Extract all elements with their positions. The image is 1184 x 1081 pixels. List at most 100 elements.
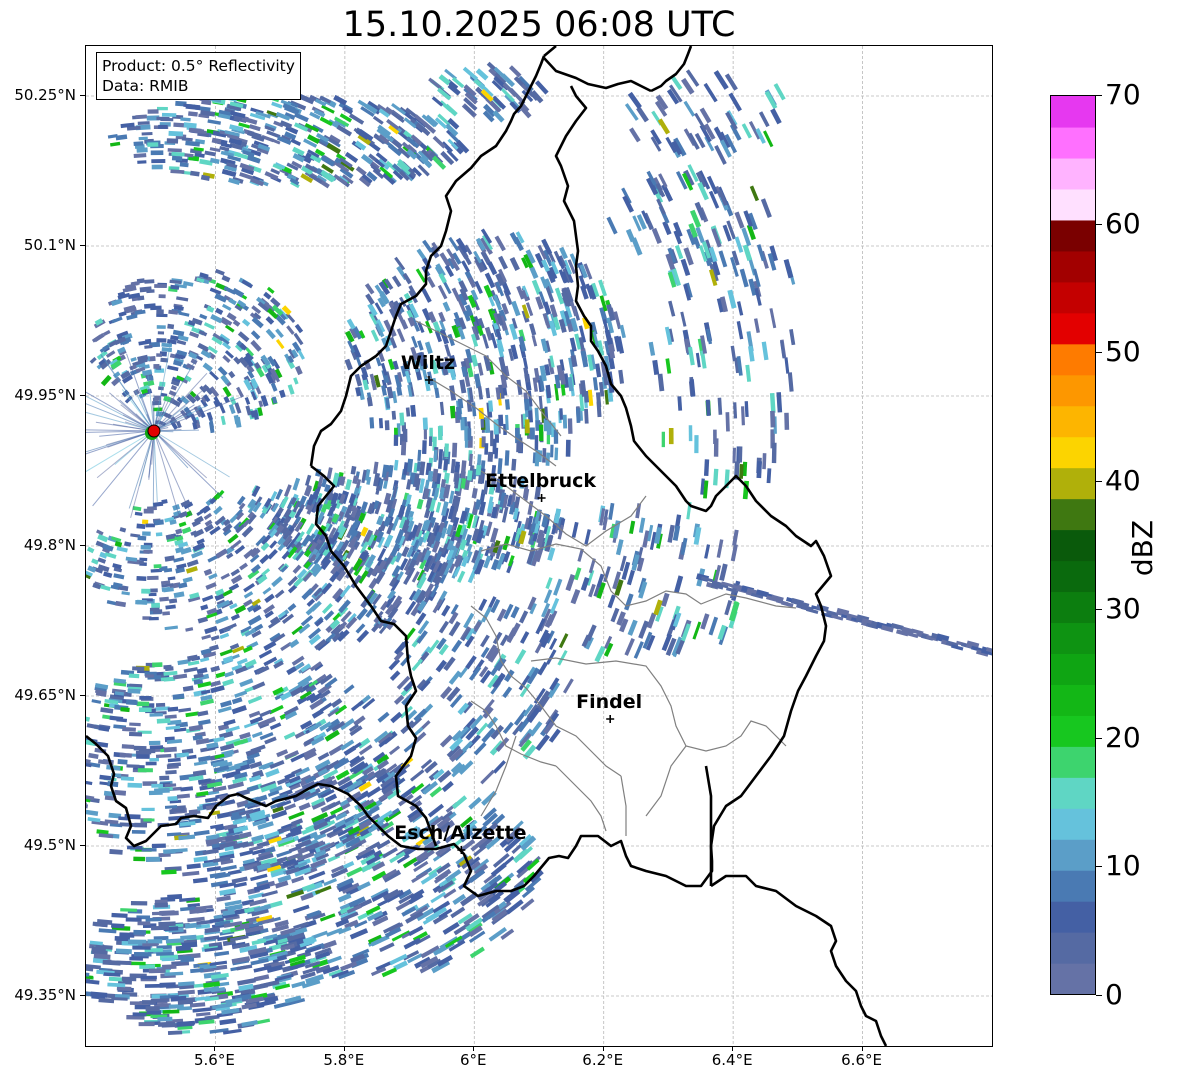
radar-echo — [301, 588, 314, 601]
radar-echo — [185, 711, 200, 718]
radar-echo — [144, 344, 153, 349]
radar-echo — [120, 908, 138, 912]
radar-echo — [287, 603, 297, 612]
radar-echo — [439, 734, 453, 748]
radar-echo — [145, 523, 155, 528]
radar-echo — [214, 950, 230, 957]
radar-echo — [718, 250, 728, 268]
radar-echo — [502, 721, 514, 735]
radar-echo — [88, 752, 99, 760]
radar-echo — [736, 321, 744, 340]
radar-echo — [646, 612, 657, 629]
radar-echo — [170, 385, 178, 391]
radar-echo — [624, 638, 635, 656]
radar-echo — [231, 705, 247, 715]
radar-echo — [274, 589, 285, 599]
colorbar-tick — [1096, 95, 1102, 96]
radar-echo — [141, 1000, 156, 1005]
lon-tick — [732, 1046, 734, 1051]
radar-echo — [133, 929, 146, 935]
radar-echo — [151, 602, 160, 608]
radar-echo — [182, 870, 200, 877]
radar-echo — [99, 774, 112, 781]
radar-echo — [86, 970, 90, 977]
radar-echo — [142, 531, 151, 536]
radar-echo — [213, 505, 223, 515]
radar-echo — [120, 707, 130, 713]
radar-echo — [182, 576, 193, 583]
radar-echo — [346, 318, 356, 330]
radar-echo — [708, 616, 719, 636]
radar-echo — [156, 338, 167, 343]
radar-echo — [428, 436, 433, 447]
radar-echo — [221, 275, 231, 283]
radar-echo — [115, 948, 132, 955]
radar-echo — [467, 428, 472, 441]
radar-echo — [126, 764, 140, 768]
radar-echo — [185, 627, 194, 632]
radar-echo — [167, 757, 181, 763]
radar-echo — [100, 707, 114, 714]
radar-echo — [448, 670, 462, 685]
radar-echo — [129, 731, 143, 737]
radar-echo — [784, 412, 790, 430]
radar-echo — [432, 598, 443, 614]
radar-echo — [125, 556, 138, 562]
radar-echo — [186, 863, 201, 870]
radar-map[interactable]: Product: 0.5° Reflectivity Data: RMIB — [85, 45, 993, 1047]
radar-echo — [680, 311, 687, 327]
radar-echo — [350, 465, 357, 475]
radar-echo — [156, 353, 162, 357]
radar-echo — [145, 856, 160, 862]
radar-echo — [485, 417, 491, 433]
radar-echo — [270, 382, 278, 392]
radar-echo — [146, 375, 154, 382]
radar-echo — [423, 429, 427, 440]
radar-echo — [205, 582, 217, 590]
radar-echo — [269, 540, 278, 549]
lon-tick-label: 6.2°E — [582, 1051, 624, 1069]
radar-echo — [288, 810, 305, 821]
radar-echo — [136, 523, 146, 529]
lat-tick — [80, 545, 85, 546]
lon-tick-label: 5.8°E — [323, 1051, 365, 1069]
radar-echo — [703, 82, 718, 103]
radar-echo — [584, 408, 589, 424]
radar-echo — [713, 70, 729, 90]
radar-echo — [286, 325, 295, 335]
radar-echo — [215, 615, 229, 625]
city-label: Findel — [576, 691, 643, 713]
radar-echo — [204, 150, 217, 157]
radar-echo — [172, 329, 185, 337]
radar-echo — [224, 324, 235, 333]
radar-echo — [125, 917, 142, 922]
radar-echo — [739, 268, 749, 288]
radar-echo — [438, 620, 449, 634]
radar-echo — [744, 401, 749, 418]
radar-echo — [492, 438, 497, 455]
radar-echo — [239, 562, 248, 571]
radar-echo — [713, 468, 719, 486]
radar-echo — [557, 649, 568, 666]
radar-echo — [91, 699, 102, 704]
radar-echo — [455, 406, 462, 420]
radar-echo — [397, 504, 406, 519]
radar-echo — [196, 791, 209, 797]
radar-echo — [180, 786, 194, 792]
radar-echo — [469, 665, 482, 681]
colorbar-bands — [1051, 96, 1095, 994]
radar-echo — [742, 244, 753, 261]
radar-echo — [173, 556, 185, 563]
radar-echo — [269, 722, 282, 730]
radar-echo — [156, 106, 168, 111]
radar-echo — [215, 307, 224, 315]
radar-echo — [379, 942, 395, 953]
radar-echo — [219, 864, 237, 872]
radar-echo — [178, 707, 192, 713]
radar-echo — [474, 280, 483, 294]
radar-echo — [730, 544, 738, 562]
radar-echo — [248, 710, 261, 719]
radar-echo — [762, 453, 767, 470]
radar-echo — [241, 279, 254, 289]
radar-echo — [275, 488, 284, 500]
